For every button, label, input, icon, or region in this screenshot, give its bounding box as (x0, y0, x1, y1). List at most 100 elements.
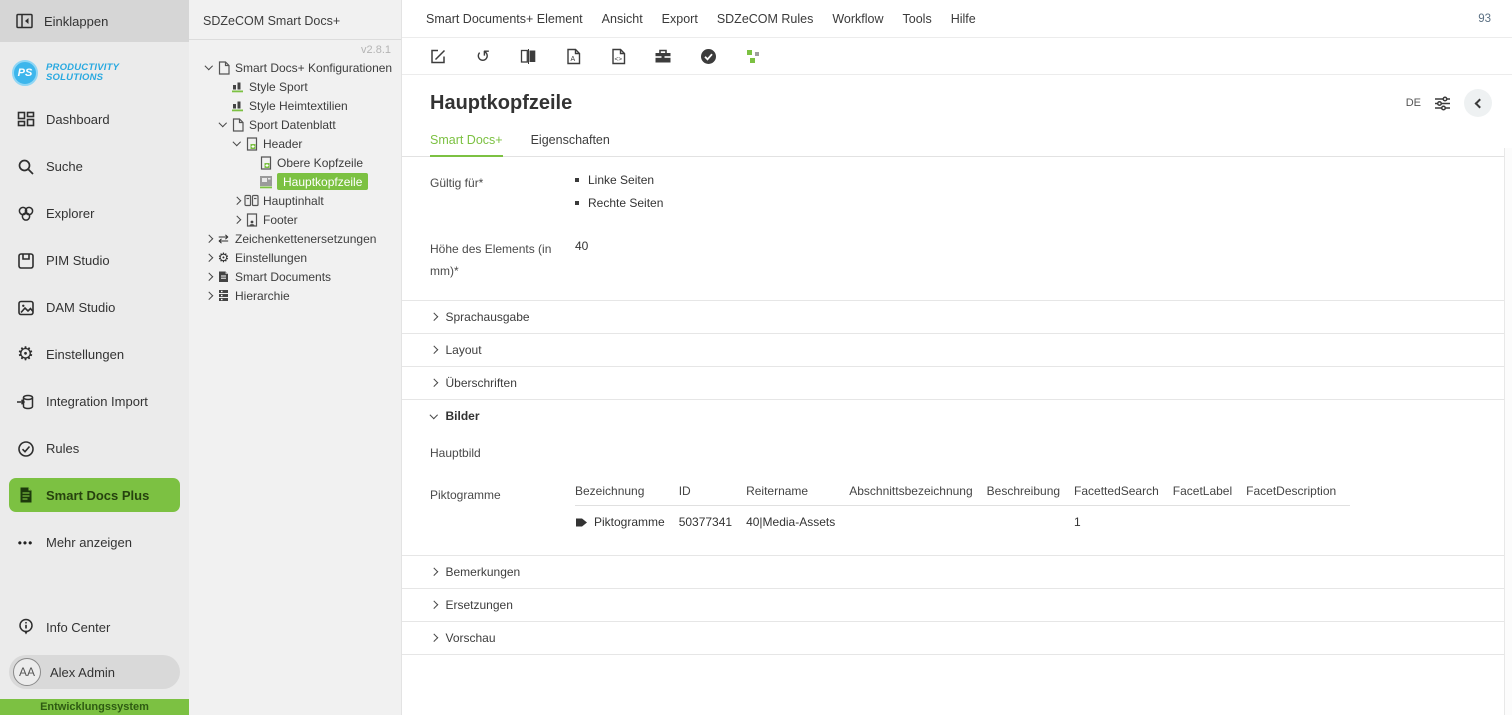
user-menu[interactable]: AA Alex Admin (9, 655, 180, 689)
chevron-down-icon[interactable] (205, 62, 213, 70)
sidebar-item-einstellungen[interactable]: Einstellungen (0, 331, 189, 378)
sidebar-item-label: Einstellungen (46, 347, 124, 362)
replace-arrows-icon (216, 232, 231, 246)
chevron-right-icon[interactable] (205, 273, 213, 281)
tab-bar: Smart Docs+ Eigenschaften (430, 133, 1492, 157)
hierarchy-icon (216, 289, 231, 303)
menu-sdzecom-rules[interactable]: SDZeCOM Rules (717, 12, 814, 26)
edit-icon[interactable] (429, 47, 447, 65)
compare-pages-icon[interactable] (519, 47, 537, 65)
section-ueberschriften[interactable]: Überschriften (402, 366, 1512, 399)
table-row[interactable]: Piktogramme 50377341 40|Media-Assets 1 (575, 506, 1350, 538)
gear-icon (16, 345, 35, 364)
cell-abschnittsbezeichnung (849, 506, 986, 538)
menu-smart-documents-element[interactable]: Smart Documents+ Element (426, 12, 583, 26)
filter-settings-icon[interactable] (1434, 96, 1451, 111)
sidebar-item-dashboard[interactable]: Dashboard (0, 96, 189, 143)
approve-icon[interactable] (699, 47, 717, 65)
section-sprachausgabe[interactable]: Sprachausgabe (402, 300, 1512, 333)
menu-workflow[interactable]: Workflow (832, 12, 883, 26)
tree-item-hauptkopfzeile[interactable]: Hauptkopfzeile (189, 172, 401, 191)
tab-smart-docs[interactable]: Smart Docs+ (430, 133, 503, 157)
column-header[interactable]: FacettedSearch (1074, 478, 1173, 506)
field-hoehe: Höhe des Elements (in mm)* 40 (402, 239, 1512, 282)
style-icon (230, 99, 245, 113)
menu-ansicht[interactable]: Ansicht (602, 12, 643, 26)
sidebar-item-info-center[interactable]: Info Center (0, 607, 189, 647)
column-header[interactable]: Abschnittsbezeichnung (849, 478, 986, 506)
chevron-right-icon[interactable] (205, 254, 213, 262)
collapse-panel-button[interactable] (1464, 89, 1492, 117)
tree-item-konfigurationen[interactable]: Smart Docs+ Konfigurationen (189, 58, 401, 77)
sidebar-item-integration-import[interactable]: Integration Import (0, 378, 189, 425)
pages-icon (244, 194, 259, 208)
sidebar: Einklappen PS PRODUCTIVITY SOLUTIONS Das… (0, 0, 189, 715)
chevron-right-icon (430, 346, 438, 354)
sidebar-item-smart-docs-plus[interactable]: Smart Docs Plus (9, 478, 180, 512)
tree-item-style-heimtextilien[interactable]: Style Heimtextilien (189, 96, 401, 115)
tree-item-footer[interactable]: Footer (189, 210, 401, 229)
tree-item-hauptinhalt[interactable]: Hauptinhalt (189, 191, 401, 210)
section-layout[interactable]: Layout (402, 333, 1512, 366)
sidebar-item-dam-studio[interactable]: DAM Studio (0, 284, 189, 331)
sidebar-spacer (0, 566, 189, 607)
column-header[interactable]: Reitername (746, 478, 849, 506)
scrollbar[interactable] (1504, 148, 1512, 715)
chevron-right-icon[interactable] (233, 216, 241, 224)
sidebar-item-pim-studio[interactable]: PIM Studio (0, 237, 189, 284)
refresh-icon[interactable] (474, 47, 492, 65)
sidebar-item-explorer[interactable]: Explorer (0, 190, 189, 237)
tree-item-einstellungen[interactable]: Einstellungen (189, 248, 401, 267)
column-header[interactable]: FacetDescription (1246, 478, 1350, 506)
language-selector[interactable]: DE (1406, 97, 1421, 109)
tree-item-obere-kopfzeile[interactable]: Obere Kopfzeile (189, 153, 401, 172)
chevron-down-icon[interactable] (233, 138, 241, 146)
section-bilder[interactable]: Bilder (402, 399, 1512, 432)
tree-item-header[interactable]: Header (189, 134, 401, 153)
tree-item-smart-documents[interactable]: Smart Documents (189, 267, 401, 286)
sidebar-item-label: Explorer (46, 206, 94, 221)
tree-panel: SDZeCOM Smart Docs+ v2.8.1 Smart Docs+ K… (189, 0, 402, 715)
version-label: v2.8.1 (189, 40, 401, 58)
section-bemerkungen[interactable]: Bemerkungen (402, 555, 1512, 588)
tree-item-hierarchie[interactable]: Hierarchie (189, 286, 401, 305)
section-vorschau[interactable]: Vorschau (402, 621, 1512, 654)
tree-item-style-sport[interactable]: Style Sport (189, 77, 401, 96)
sidebar-item-suche[interactable]: Suche (0, 143, 189, 190)
menu-hilfe[interactable]: Hilfe (951, 12, 976, 26)
chevron-right-icon[interactable] (205, 292, 213, 300)
structure-icon[interactable] (744, 47, 762, 65)
tree-item-selected-label: Hauptkopfzeile (277, 173, 368, 190)
tab-eigenschaften[interactable]: Eigenschaften (531, 133, 610, 157)
section-bilder-content: Hauptbild Piktogramme Bezeichnung ID Rei… (402, 432, 1512, 555)
chevron-down-icon (430, 411, 438, 419)
collapse-sidebar-button[interactable]: Einklappen (0, 0, 189, 42)
pdf-export-icon[interactable]: A (564, 47, 582, 65)
svg-text:<>: <> (614, 56, 622, 63)
column-header[interactable]: Bezeichnung (575, 478, 679, 506)
sidebar-item-mehr-anzeigen[interactable]: Mehr anzeigen (0, 519, 189, 566)
column-header[interactable]: FacetLabel (1173, 478, 1246, 506)
info-pin-icon (16, 618, 35, 637)
menu-tools[interactable]: Tools (903, 12, 932, 26)
tree-item-zeichenkettenersetzungen[interactable]: Zeichenkettenersetzungen (189, 229, 401, 248)
avatar: AA (13, 658, 41, 686)
chevron-down-icon[interactable] (219, 119, 227, 127)
chevron-right-icon[interactable] (205, 235, 213, 243)
ps-logo-badge: PS (12, 60, 38, 86)
section-ersetzungen[interactable]: Ersetzungen (402, 588, 1512, 621)
column-header[interactable]: Beschreibung (987, 478, 1074, 506)
column-header[interactable]: ID (679, 478, 746, 506)
pdf-file-icon (216, 61, 231, 75)
page-header: Hauptkopfzeile DE Smart Docs+ Eigenschaf… (402, 75, 1512, 157)
toolbox-icon[interactable] (654, 47, 672, 65)
menu-export[interactable]: Export (662, 12, 698, 26)
chevron-right-icon (430, 313, 438, 321)
brand-logo[interactable]: PS PRODUCTIVITY SOLUTIONS (0, 42, 189, 96)
code-export-icon[interactable]: <> (609, 47, 627, 65)
tree-item-sport-datenblatt[interactable]: Sport Datenblatt (189, 115, 401, 134)
chevron-right-icon[interactable] (233, 197, 241, 205)
sidebar-item-rules[interactable]: Rules (0, 425, 189, 472)
rules-check-icon (16, 439, 35, 458)
field-value: 40 (575, 239, 588, 282)
